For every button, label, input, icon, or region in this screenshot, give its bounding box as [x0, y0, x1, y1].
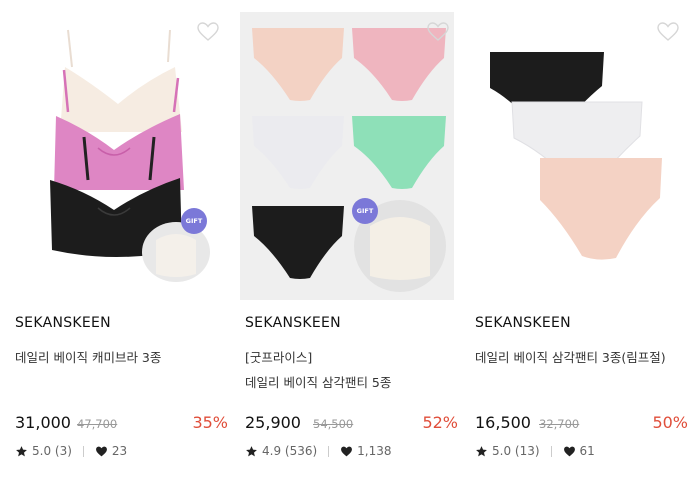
divider: [82, 445, 84, 457]
original-price: 54,500: [313, 417, 354, 431]
heart-icon[interactable]: [656, 20, 680, 44]
brief-panties-set-image: [252, 28, 446, 292]
brief-panties-stack-image: [490, 52, 662, 260]
like-count: 23: [111, 444, 128, 458]
divider: [550, 445, 552, 457]
review-meta: 5.0 (3) 23: [15, 443, 127, 459]
product-title-line: 데일리 베이직 삼각팬티 5종: [245, 375, 392, 390]
original-price: 32,700: [539, 417, 580, 431]
brand-name[interactable]: SEKANSKEEN: [245, 315, 341, 331]
original-price: 47,700: [77, 417, 118, 431]
review-meta: 5.0 (13) 61: [475, 443, 595, 459]
product-title-line: 데일리 베이직 캐미브라 3종: [15, 350, 162, 365]
rating-text: 5.0 (13): [492, 444, 540, 458]
gift-badge: GIFT: [181, 208, 207, 234]
product-image[interactable]: GIFT: [10, 12, 224, 300]
product-title[interactable]: 데일리 베이직 캐미브라 3종: [15, 345, 161, 370]
heart-icon[interactable]: [196, 20, 220, 44]
discount-rate: 52%: [422, 413, 458, 432]
product-title-line: 데일리 베이직 삼각팬티 3종(림프절): [475, 350, 666, 365]
price-row: 25,900 54,500 52%: [245, 413, 458, 435]
discount-rate: 35%: [192, 413, 228, 432]
sale-price: 16,500: [475, 413, 531, 432]
product-card[interactable]: GIFT SEKANSKEEN [굿프라이스] 데일리 베이직 삼각팬티 5종 …: [240, 0, 458, 479]
heart-filled-icon: [563, 445, 576, 458]
product-title[interactable]: 데일리 베이직 삼각팬티 3종(림프절): [475, 345, 666, 370]
price-row: 31,000 47,700 35%: [15, 413, 228, 435]
divider: [328, 445, 330, 457]
like-count: 61: [579, 444, 595, 458]
gift-badge: GIFT: [352, 198, 378, 224]
product-title-line: [굿프라이스]: [245, 350, 313, 365]
price-row: 16,500 32,700 50%: [475, 413, 688, 435]
rating-text: 4.9 (536): [262, 444, 318, 458]
product-card[interactable]: GIFT SEKANSKEEN 데일리 베이직 캐미브라 3종 31,000 4…: [10, 0, 228, 479]
star-icon: [245, 445, 258, 458]
star-icon: [475, 445, 488, 458]
product-image[interactable]: GIFT: [240, 12, 454, 300]
sale-price: 31,000: [15, 413, 71, 432]
product-card[interactable]: SEKANSKEEN 데일리 베이직 삼각팬티 3종(림프절) 16,500 3…: [470, 0, 688, 479]
brand-name[interactable]: SEKANSKEEN: [475, 315, 571, 331]
rating-text: 5.0 (3): [32, 444, 72, 458]
discount-rate: 50%: [652, 413, 688, 432]
sale-price: 25,900: [245, 413, 301, 432]
heart-filled-icon: [340, 445, 353, 458]
product-title[interactable]: [굿프라이스] 데일리 베이직 삼각팬티 5종: [245, 345, 391, 395]
brand-name[interactable]: SEKANSKEEN: [15, 315, 111, 331]
heart-filled-icon: [95, 445, 108, 458]
like-count: 1,138: [357, 444, 392, 458]
star-icon: [15, 445, 28, 458]
review-meta: 4.9 (536) 1,138: [245, 443, 392, 459]
product-image[interactable]: [470, 12, 684, 300]
heart-icon[interactable]: [426, 20, 450, 44]
camisole-bra-set-image: [50, 29, 210, 282]
